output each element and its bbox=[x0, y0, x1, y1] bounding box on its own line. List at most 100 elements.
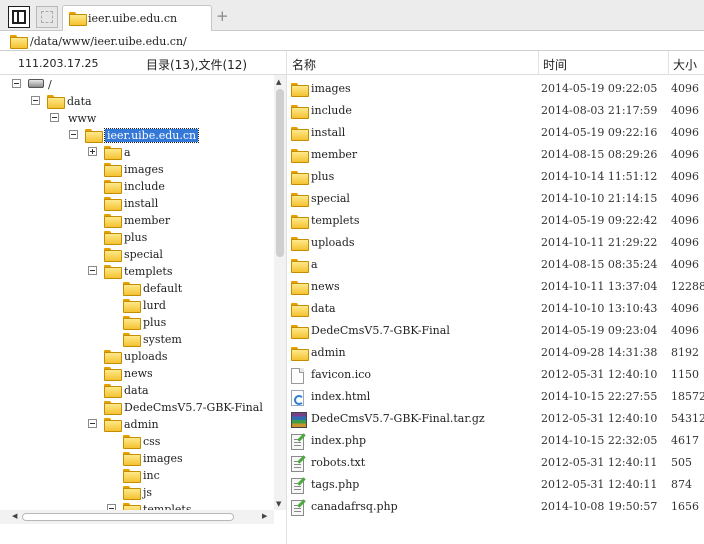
scroll-left-arrow-icon[interactable]: ◀ bbox=[12, 512, 17, 520]
tree-node[interactable]: www bbox=[0, 110, 274, 127]
tree-node[interactable]: install bbox=[0, 195, 274, 212]
tree-node[interactable]: ieer.uibe.edu.cn bbox=[0, 127, 274, 144]
collapse-icon[interactable] bbox=[31, 96, 40, 105]
tree-node[interactable]: member bbox=[0, 212, 274, 229]
file-size: 4096 bbox=[671, 302, 699, 315]
folder-icon bbox=[291, 214, 309, 229]
file-row[interactable]: index.php 2014-10-15 22:32:05 4617 bbox=[287, 429, 704, 451]
file-row[interactable]: DedeCmsV5.7-GBK-Final.tar.gz 2012-05-31 1… bbox=[287, 407, 704, 429]
file-size: 874 bbox=[671, 478, 692, 491]
tree-node-label: member bbox=[124, 214, 171, 227]
tab-ieer-uibe[interactable]: ieer.uibe.edu.cn bbox=[62, 5, 212, 31]
scroll-right-arrow-icon[interactable]: ▶ bbox=[262, 512, 267, 520]
file-time: 2014-08-15 08:29:26 bbox=[541, 148, 658, 161]
file-row[interactable]: images 2014-05-19 09:22:05 4096 bbox=[287, 77, 704, 99]
add-tab-icon[interactable]: + bbox=[216, 7, 229, 25]
scroll-down-arrow-icon[interactable]: ▼ bbox=[276, 500, 281, 508]
tree-node[interactable]: js bbox=[0, 484, 274, 501]
script-file-icon bbox=[291, 434, 304, 450]
tree-node[interactable]: plus bbox=[0, 229, 274, 246]
file-name: include bbox=[311, 104, 352, 117]
file-size: 4617 bbox=[671, 434, 699, 447]
tree-node-label: images bbox=[143, 452, 183, 465]
tree-node-label: inc bbox=[143, 469, 160, 482]
address-path[interactable]: /data/www/ieer.uibe.edu.cn/ bbox=[30, 35, 187, 48]
address-bar[interactable]: /data/www/ieer.uibe.edu.cn/ bbox=[0, 31, 704, 51]
tree-node[interactable]: images bbox=[0, 161, 274, 178]
file-row[interactable]: member 2014-08-15 08:29:26 4096 bbox=[287, 143, 704, 165]
file-row[interactable]: uploads 2014-10-11 21:29:22 4096 bbox=[287, 231, 704, 253]
file-name: install bbox=[311, 126, 346, 139]
panel-icon bbox=[12, 10, 26, 24]
scroll-up-arrow-icon[interactable]: ▲ bbox=[276, 78, 281, 86]
tree-node[interactable]: DedeCmsV5.7-GBK-Final bbox=[0, 399, 274, 416]
file-name: DedeCmsV5.7-GBK-Final bbox=[311, 324, 450, 337]
folder-icon bbox=[291, 192, 309, 207]
tree-node[interactable]: data bbox=[0, 382, 274, 399]
file-row[interactable]: DedeCmsV5.7-GBK-Final 2014-05-19 09:23:04… bbox=[287, 319, 704, 341]
tree-node[interactable]: lurd bbox=[0, 297, 274, 314]
file-row[interactable]: special 2014-10-10 21:14:15 4096 bbox=[287, 187, 704, 209]
file-row[interactable]: templets 2014-05-19 09:22:42 4096 bbox=[287, 209, 704, 231]
tree-node[interactable]: admin bbox=[0, 416, 274, 433]
new-window-button[interactable] bbox=[36, 6, 58, 28]
file-time: 2014-09-28 14:31:38 bbox=[541, 346, 658, 359]
scrollbar-thumb[interactable] bbox=[22, 513, 234, 521]
tree-node-label: templets bbox=[124, 265, 173, 278]
file-size: 1150 bbox=[671, 368, 699, 381]
file-row[interactable]: canadafrsq.php 2014-10-08 19:50:57 1656 bbox=[287, 495, 704, 517]
folder-icon bbox=[123, 486, 141, 500]
tree-node[interactable]: uploads bbox=[0, 348, 274, 365]
collapse-icon[interactable] bbox=[88, 266, 97, 275]
folder-icon bbox=[69, 12, 87, 26]
file-row[interactable]: news 2014-10-11 13:37:04 122880 bbox=[287, 275, 704, 297]
tree-node[interactable]: special bbox=[0, 246, 274, 263]
column-header-name[interactable]: 名称 bbox=[292, 56, 316, 73]
file-size: 4096 bbox=[671, 324, 699, 337]
file-time: 2014-08-03 21:17:59 bbox=[541, 104, 658, 117]
tree-node[interactable]: css bbox=[0, 433, 274, 450]
file-list[interactable]: images 2014-05-19 09:22:05 4096 include 2014… bbox=[287, 75, 704, 544]
file-row[interactable]: data 2014-10-10 13:10:43 4096 bbox=[287, 297, 704, 319]
column-header-size[interactable]: 大小 bbox=[673, 56, 697, 73]
file-row[interactable]: plus 2014-10-14 11:51:12 4096 bbox=[287, 165, 704, 187]
directory-tree[interactable]: / data www ieer.uibe.edu.cn a images include in… bbox=[0, 75, 286, 544]
file-row[interactable]: a 2014-08-15 08:35:24 4096 bbox=[287, 253, 704, 275]
file-name: images bbox=[311, 82, 351, 95]
file-row[interactable]: index.html 2014-10-15 22:27:55 18572 bbox=[287, 385, 704, 407]
collapse-icon[interactable] bbox=[88, 419, 97, 428]
column-header-time[interactable]: 时间 bbox=[543, 56, 567, 73]
file-size: 4096 bbox=[671, 170, 699, 183]
tree-node[interactable]: include bbox=[0, 178, 274, 195]
script-file-icon bbox=[291, 478, 304, 494]
expand-icon[interactable] bbox=[88, 147, 97, 156]
tree-horizontal-scrollbar[interactable]: ◀ ▶ bbox=[0, 510, 274, 524]
tree-node[interactable]: data bbox=[0, 93, 274, 110]
folder-icon bbox=[104, 418, 122, 432]
file-row[interactable]: admin 2014-09-28 14:31:38 8192 bbox=[287, 341, 704, 363]
tree-node-label: www bbox=[68, 112, 97, 125]
tree-node[interactable]: templets bbox=[0, 263, 274, 280]
tree-node[interactable]: / bbox=[0, 76, 274, 93]
file-row[interactable]: install 2014-05-19 09:22:16 4096 bbox=[287, 121, 704, 143]
collapse-icon[interactable] bbox=[69, 130, 78, 139]
scrollbar-thumb[interactable] bbox=[276, 89, 284, 257]
tree-node[interactable]: images bbox=[0, 450, 274, 467]
tree-node[interactable]: default bbox=[0, 280, 274, 297]
file-row[interactable]: include 2014-08-03 21:17:59 4096 bbox=[287, 99, 704, 121]
file-row[interactable]: tags.php 2012-05-31 12:40:11 874 bbox=[287, 473, 704, 495]
tree-node-label: install bbox=[124, 197, 159, 210]
file-row[interactable]: favicon.ico 2012-05-31 12:40:10 1150 bbox=[287, 363, 704, 385]
tree-node[interactable]: inc bbox=[0, 467, 274, 484]
tree-node[interactable]: plus bbox=[0, 314, 274, 331]
tree-node[interactable]: news bbox=[0, 365, 274, 382]
toggle-panel-button[interactable] bbox=[8, 6, 30, 28]
file-row[interactable]: robots.txt 2012-05-31 12:40:11 505 bbox=[287, 451, 704, 473]
collapse-icon[interactable] bbox=[50, 113, 59, 122]
tree-node[interactable]: a bbox=[0, 144, 274, 161]
folder-icon bbox=[291, 302, 309, 317]
file-name: plus bbox=[311, 170, 335, 183]
collapse-icon[interactable] bbox=[12, 79, 21, 88]
tree-node[interactable]: system bbox=[0, 331, 274, 348]
tree-vertical-scrollbar[interactable]: ▲ ▼ bbox=[274, 75, 286, 510]
